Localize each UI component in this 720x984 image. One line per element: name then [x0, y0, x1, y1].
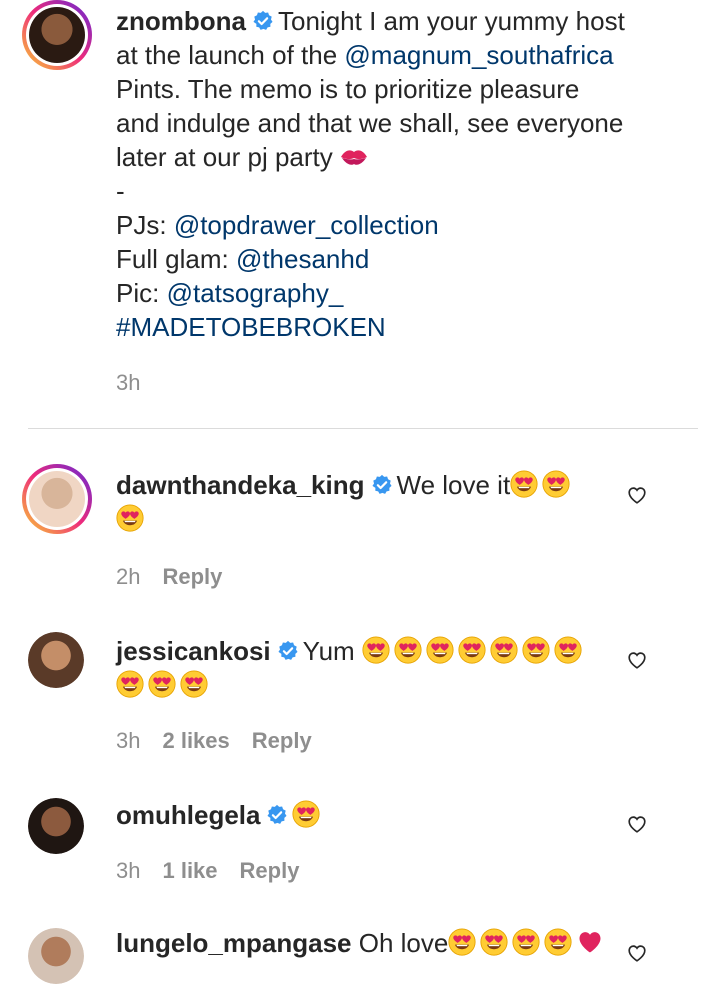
like-comment-heart-icon[interactable]	[626, 649, 648, 671]
heart-eyes-emoji-icon	[448, 928, 476, 956]
post-author-username[interactable]: znombona	[116, 6, 246, 36]
verified-badge-icon	[371, 474, 393, 496]
divider	[28, 428, 698, 429]
heart-eyes-emoji-icon	[116, 670, 144, 698]
reply-button[interactable]: Reply	[240, 858, 300, 883]
comment-avatar[interactable]	[22, 464, 92, 534]
comment-username[interactable]: dawnthandeka_king	[116, 470, 365, 500]
comment: lungelo_mpangase Oh love	[116, 926, 616, 960]
like-comment-heart-icon[interactable]	[626, 942, 648, 964]
mention-tatsography[interactable]: @tatsography_	[167, 278, 344, 308]
comment: jessicankosi Yum	[116, 634, 616, 702]
verified-badge-icon	[277, 640, 299, 662]
reply-button[interactable]: Reply	[162, 564, 222, 589]
heart-eyes-emoji-icon	[554, 636, 582, 664]
heart-eyes-emoji-icon	[480, 928, 508, 956]
hashtag-madetobebroken[interactable]: #MADETOBEBROKEN	[116, 312, 386, 342]
comment-likes[interactable]: 2 likes	[162, 728, 229, 753]
heart-eyes-emoji-icon	[522, 636, 550, 664]
heart-eyes-emoji-icon	[458, 636, 486, 664]
heart-eyes-emoji-icon	[394, 636, 422, 664]
comment-text: Yum	[302, 636, 355, 666]
comment-username[interactable]: omuhlegela	[116, 800, 260, 830]
comment-meta: 2h Reply	[116, 564, 244, 590]
comment-meta: 3h 1 like Reply	[116, 858, 321, 884]
like-comment-heart-icon[interactable]	[626, 484, 648, 506]
post-caption: znombona Tonight I am your yummy host at …	[116, 6, 625, 342]
mention-topdrawer[interactable]: @topdrawer_collection	[174, 210, 439, 240]
heart-eyes-emoji-icon	[116, 504, 144, 532]
comment-meta: 3h 2 likes Reply	[116, 728, 334, 754]
comment-text: We love it	[396, 470, 511, 500]
comment-likes[interactable]: 1 like	[162, 858, 217, 883]
verified-badge-icon	[252, 10, 274, 32]
heart-eyes-emoji-icon	[362, 636, 390, 664]
comment-time: 3h	[116, 728, 141, 753]
post-timestamp: 3h	[116, 370, 141, 395]
comment: dawnthandeka_king We love it	[116, 468, 616, 536]
mention-magnum[interactable]: @magnum_southafrica	[344, 40, 613, 70]
verified-badge-icon	[266, 804, 288, 826]
comment-text: Oh love	[358, 928, 449, 958]
comment-username[interactable]: jessicankosi	[116, 636, 271, 666]
comment-time: 2h	[116, 564, 141, 589]
heart-eyes-emoji-icon	[510, 470, 538, 498]
heart-eyes-emoji-icon	[512, 928, 540, 956]
comment-username[interactable]: lungelo_mpangase	[116, 928, 352, 958]
mention-thesanhd[interactable]: @thesanhd	[236, 244, 369, 274]
comment-avatar[interactable]	[28, 632, 84, 688]
heart-eyes-emoji-icon	[544, 928, 572, 956]
comment: omuhlegela	[116, 798, 616, 832]
heart-eyes-emoji-icon	[292, 800, 320, 828]
red-heart-icon	[576, 928, 604, 956]
like-comment-heart-icon[interactable]	[626, 813, 648, 835]
kiss-mark-icon	[340, 150, 367, 165]
heart-eyes-emoji-icon	[490, 636, 518, 664]
comment-time: 3h	[116, 858, 141, 883]
comment-avatar[interactable]	[28, 928, 84, 984]
heart-eyes-emoji-icon	[148, 670, 176, 698]
post-author-avatar[interactable]	[22, 0, 92, 70]
heart-eyes-emoji-icon	[426, 636, 454, 664]
comment-avatar[interactable]	[28, 798, 84, 854]
heart-eyes-emoji-icon	[180, 670, 208, 698]
reply-button[interactable]: Reply	[252, 728, 312, 753]
heart-eyes-emoji-icon	[542, 470, 570, 498]
